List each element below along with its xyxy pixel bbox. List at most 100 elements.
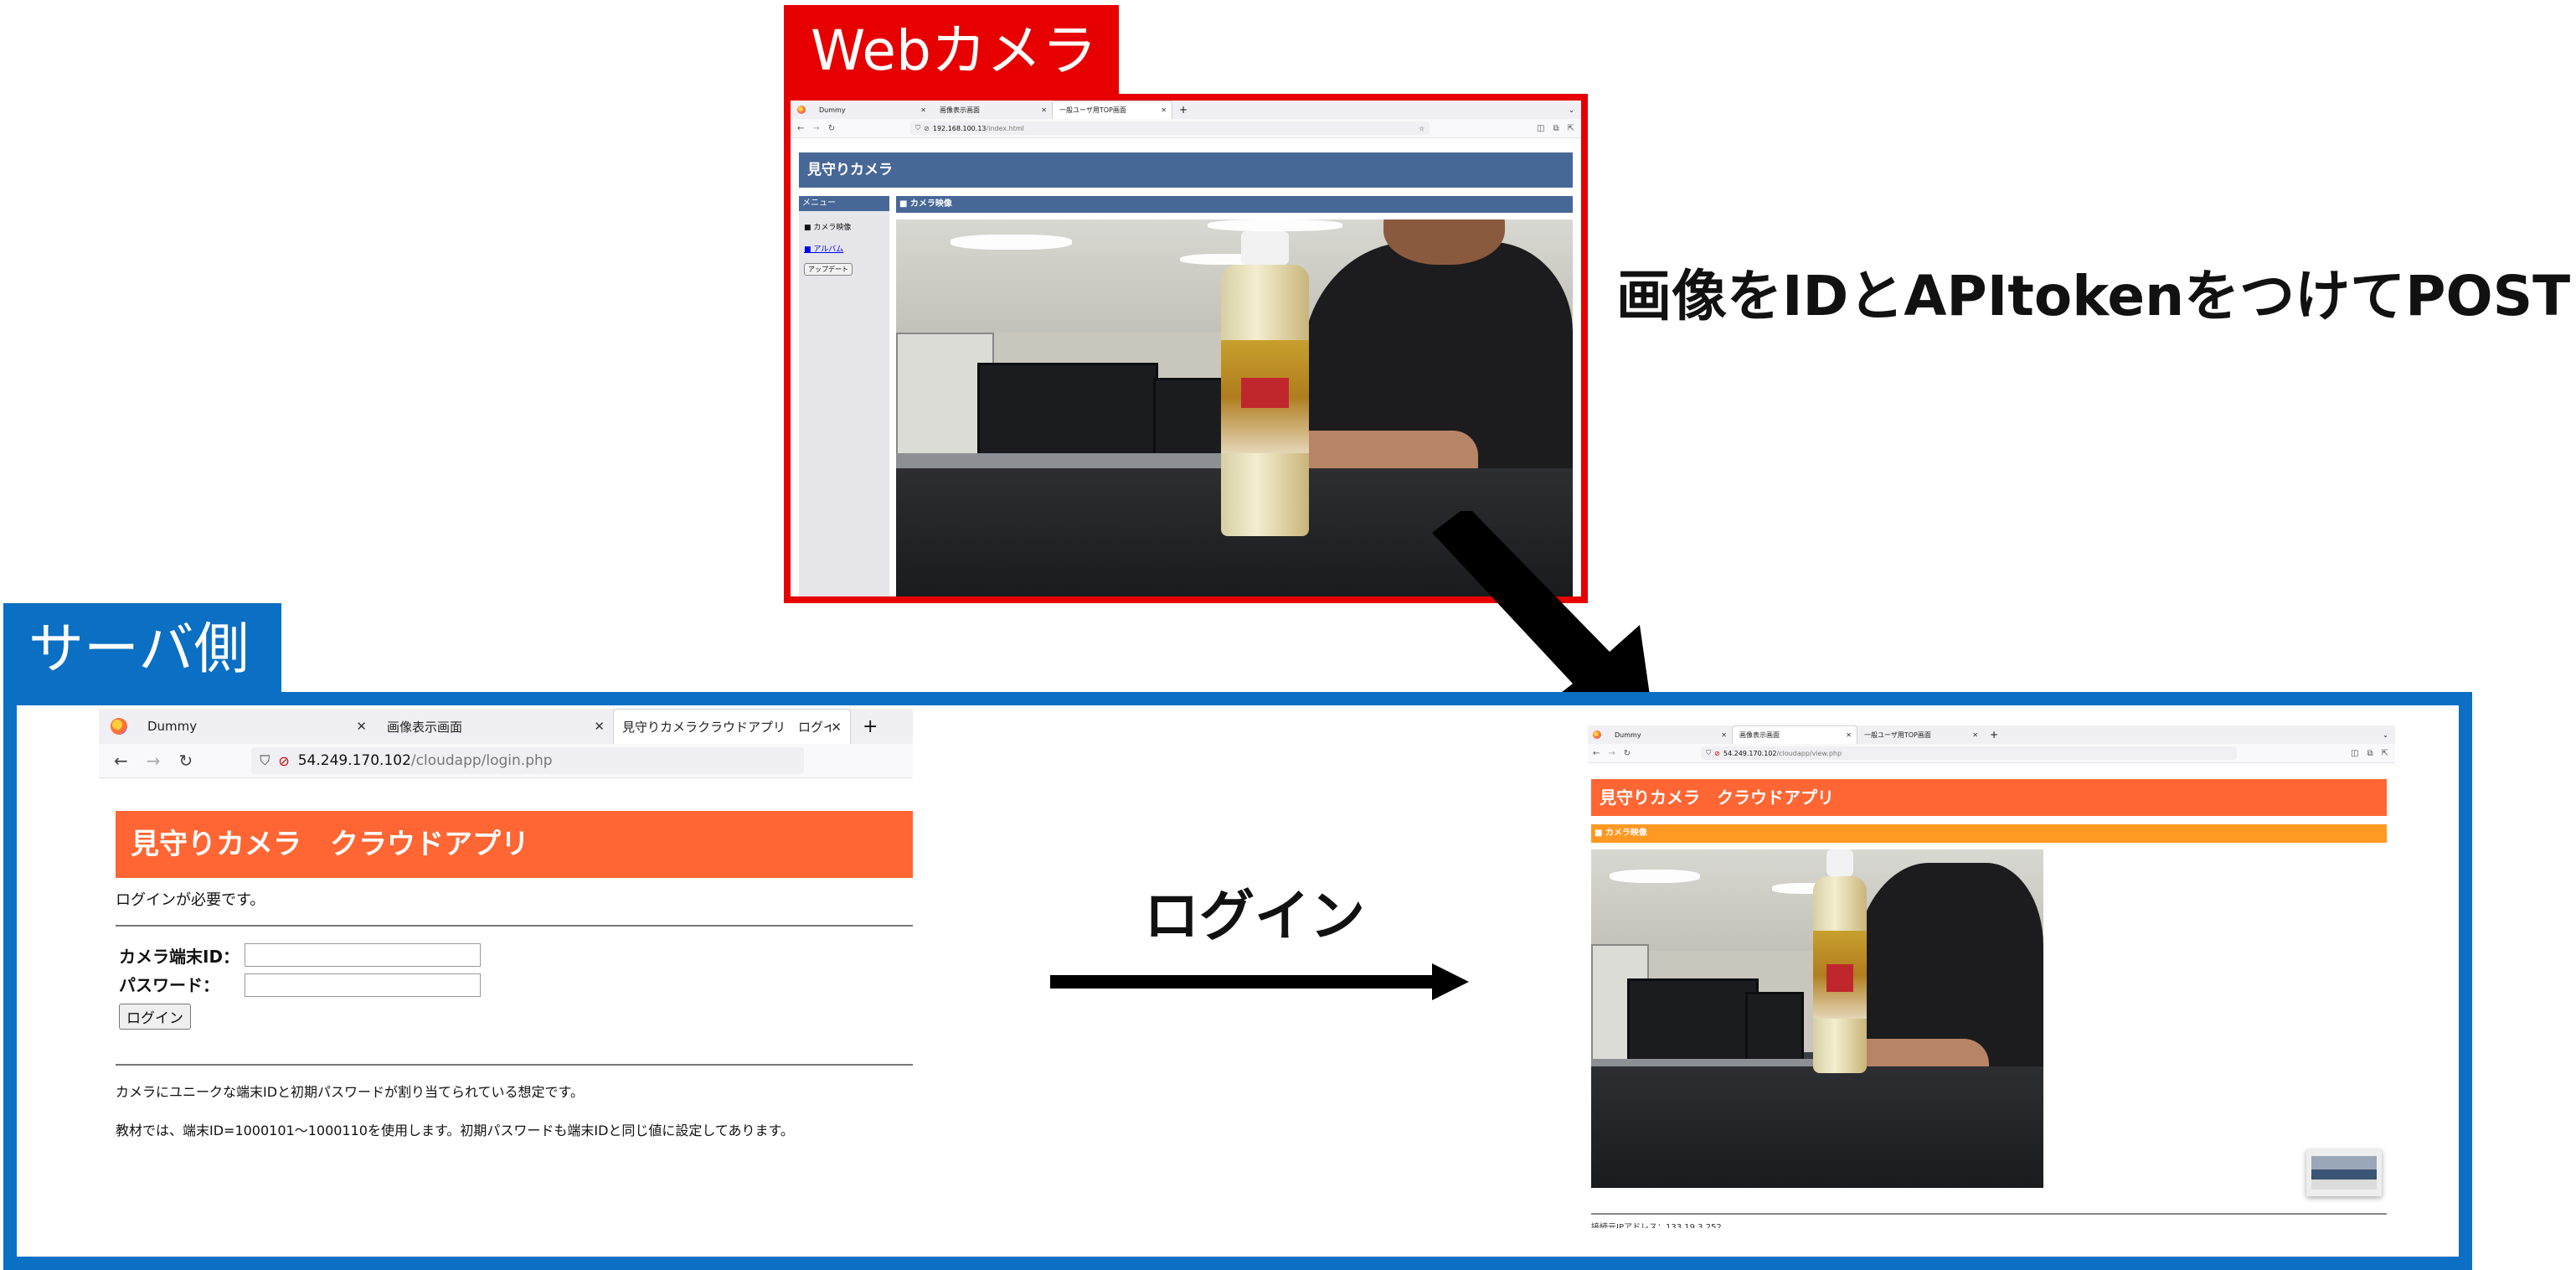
tab-label: 画像表示画面 (940, 106, 980, 114)
tab-label: 画像表示画面 (387, 719, 463, 735)
insecure-lock-icon: ⊘ (1714, 749, 1720, 757)
view-tab-strip: Dummy ✕ 画像表示画面 ✕ 一般ユーザ用TOP画面 ✕ + ⌄ (1588, 725, 2395, 744)
tab-cloud-login[interactable]: 見守りカメラクラウドアプリ ログイ ✕ (613, 709, 851, 744)
back-arrow-icon[interactable]: ← (114, 751, 128, 771)
login-url-bar[interactable]: ⛉ ⊘ 54.249.170.102 /cloudapp/login.php (251, 747, 805, 774)
webcam-section-header: ■ カメラ映像 (896, 196, 1573, 213)
extensions-icon[interactable]: ⧉ (2367, 749, 2372, 758)
tab-image-view[interactable]: 画像表示画面 ✕ (375, 709, 613, 744)
camera-id-label: カメラ端末ID： (119, 947, 240, 967)
reload-icon[interactable]: ↻ (828, 124, 835, 133)
forward-arrow-icon[interactable]: → (1608, 749, 1615, 758)
server-section-label: サーバ側 (3, 603, 281, 695)
share-icon[interactable]: ⇱ (1568, 124, 1574, 133)
login-caption: ログイン (1144, 884, 1365, 948)
tab-image-view[interactable]: 画像表示画面 ✕ (1732, 725, 1857, 744)
reload-icon[interactable]: ↻ (179, 751, 193, 771)
tab-user-top[interactable]: 一般ユーザ用TOP画面 ✕ (1052, 101, 1172, 119)
pocket-icon[interactable]: ◫ (1537, 124, 1544, 133)
tab-close-icon[interactable]: ✕ (1041, 106, 1047, 114)
tab-label: 一般ユーザ用TOP画面 (1059, 106, 1126, 114)
reload-icon[interactable]: ↻ (1624, 749, 1631, 758)
tab-dummy[interactable]: Dummy ✕ (811, 101, 931, 119)
note-unique-id: カメラにユニークな端末IDと初期パスワードが割り当てられている想定です。 (116, 1084, 584, 1100)
login-page-title: 見守りカメラ クラウドアプリ (131, 828, 529, 861)
back-arrow-icon[interactable]: ← (1593, 749, 1600, 758)
webcam-tab-strip: Dummy ✕ 画像表示画面 ✕ 一般ユーザ用TOP画面 ✕ + ⌄ (791, 101, 1581, 119)
extensions-icon[interactable]: ⧉ (1553, 124, 1558, 133)
webcam-nav-toolbar: ← → ↻ ⛉ ⊘ 192.168.100.13 /index.html ☆ ◫… (791, 119, 1581, 138)
view-section-header: ■ カメラ映像 (1591, 824, 2387, 843)
tab-label: Dummy (147, 719, 198, 734)
shield-icon: ⛉ (260, 752, 270, 768)
login-tab-strip: Dummy ✕ 画像表示画面 ✕ 見守りカメラクラウドアプリ ログイ ✕ + (99, 709, 913, 744)
tab-close-icon[interactable]: ✕ (831, 719, 842, 735)
share-icon[interactable]: ⇱ (2382, 749, 2388, 758)
note-id-range: 教材では、端末ID=1000101〜1000110を使用します。初期パスワードも… (116, 1123, 794, 1138)
menu-item-album[interactable]: ■ アルバム (804, 243, 843, 254)
divider (1591, 1213, 2387, 1215)
url-host: 54.249.170.102 (1723, 749, 1777, 757)
thumbnail-preview[interactable] (2306, 1149, 2382, 1196)
view-url-bar[interactable]: ⛉ ⊘ 54.249.170.102 /cloudapp/view.php (1701, 746, 2238, 760)
tab-label: 見守りカメラクラウドアプリ ログイ (622, 720, 837, 735)
tab-list-chevron-icon[interactable]: ⌄ (2383, 731, 2388, 739)
url-path: /index.html (986, 124, 1024, 132)
tab-close-icon[interactable]: ✕ (920, 106, 926, 114)
firefox-icon (1593, 731, 1601, 739)
view-browser-window: Dummy ✕ 画像表示画面 ✕ 一般ユーザ用TOP画面 ✕ + ⌄ ← → ↻… (1588, 725, 2395, 1228)
webcam-page-header (799, 152, 1573, 188)
divider (116, 925, 913, 927)
divider (116, 1064, 913, 1066)
firefox-icon (111, 718, 127, 735)
bookmark-star-icon[interactable]: ☆ (1419, 125, 1425, 132)
tab-label: Dummy (1615, 731, 1641, 739)
url-host: 192.168.100.13 (932, 124, 987, 132)
login-nav-toolbar: ← → ↻ ⛉ ⊘ 54.249.170.102 /cloudapp/login… (99, 744, 913, 778)
password-input[interactable] (245, 973, 481, 997)
post-caption: 画像をIDとAPItokenをつけてPOST (1616, 264, 2571, 328)
tab-user-top[interactable]: 一般ユーザ用TOP画面 ✕ (1857, 725, 1983, 744)
password-label: パスワード： (119, 975, 219, 995)
forward-arrow-icon[interactable]: → (147, 751, 161, 771)
tab-label: Dummy (819, 106, 846, 114)
webcam-url-bar[interactable]: ⛉ ⊘ 192.168.100.13 /index.html ☆ (910, 121, 1430, 135)
tab-close-icon[interactable]: ✕ (1721, 731, 1727, 739)
forward-arrow-icon[interactable]: → (812, 124, 819, 133)
client-ip-text: 接続元IPアドレス：133.19.3.252 (1591, 1223, 1722, 1228)
insecure-lock-icon: ⊘ (278, 752, 290, 769)
back-arrow-icon[interactable]: ← (797, 124, 804, 133)
login-browser-window: Dummy ✕ 画像表示画面 ✕ 見守りカメラクラウドアプリ ログイ ✕ + ←… (99, 709, 913, 1144)
menu-item-camera[interactable]: ■ カメラ映像 (804, 221, 851, 232)
view-camera-image (1591, 849, 2043, 1188)
webcam-page-title: 見守りカメラ (807, 162, 893, 178)
tab-close-icon[interactable]: ✕ (594, 719, 605, 734)
tab-dummy[interactable]: Dummy ✕ (137, 709, 375, 744)
new-tab-button[interactable]: + (1179, 104, 1188, 116)
tab-label: 画像表示画面 (1739, 731, 1780, 739)
new-tab-button[interactable]: + (863, 716, 878, 737)
url-path: /cloudapp/view.php (1776, 749, 1842, 757)
tab-list-chevron-icon[interactable]: ⌄ (1569, 106, 1574, 114)
login-required-text: ログインが必要です。 (116, 891, 265, 909)
new-tab-button[interactable]: + (1990, 729, 1998, 741)
login-button[interactable]: ログイン (119, 1004, 191, 1030)
shield-icon: ⛉ (1706, 749, 1712, 756)
tab-image-view[interactable]: 画像表示画面 ✕ (931, 101, 1052, 119)
view-nav-toolbar: ← → ↻ ⛉ ⊘ 54.249.170.102 /cloudapp/view.… (1588, 744, 2395, 763)
url-host: 54.249.170.102 (297, 752, 411, 769)
tab-label: 一般ユーザ用TOP画面 (1864, 731, 1931, 739)
tab-dummy[interactable]: Dummy ✕ (1606, 725, 1732, 744)
shield-icon: ⛉ (915, 124, 921, 132)
pocket-icon[interactable]: ◫ (2351, 749, 2358, 758)
menu-title: メニュー (799, 196, 889, 211)
update-button[interactable]: アップデート (804, 263, 853, 276)
tab-close-icon[interactable]: ✕ (1846, 731, 1852, 739)
tab-close-icon[interactable]: ✕ (1161, 106, 1167, 114)
webcam-section-label: Webカメラ (784, 5, 1119, 97)
right-arrow-icon (1050, 963, 1469, 1000)
lock-icon: ⊘ (924, 124, 930, 132)
tab-close-icon[interactable]: ✕ (356, 719, 367, 734)
tab-close-icon[interactable]: ✕ (1972, 731, 1978, 739)
camera-id-input[interactable] (245, 943, 481, 967)
